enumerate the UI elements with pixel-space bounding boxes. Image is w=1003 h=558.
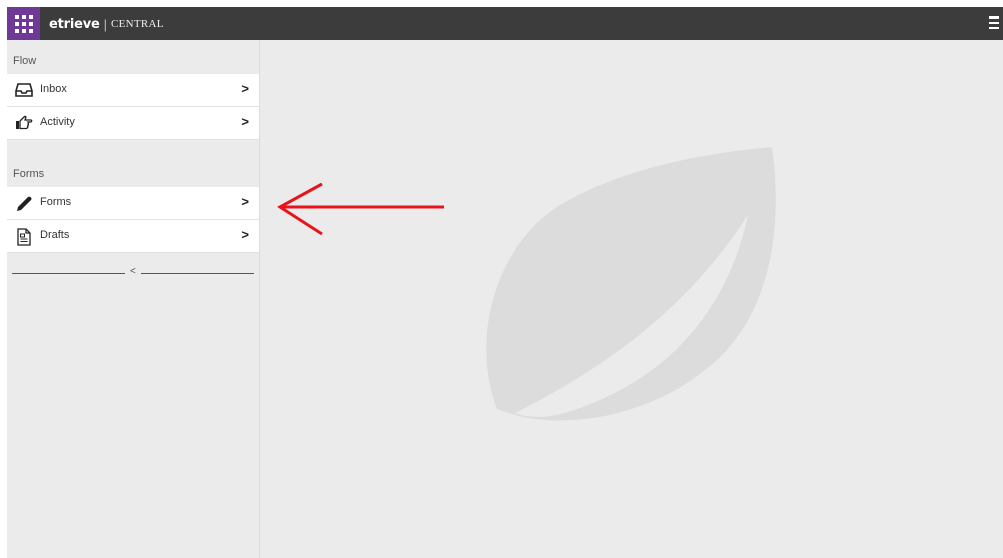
sidebar: Flow Inbox > Activity > Forms Forms > Dr… xyxy=(7,40,260,558)
sidebar-item-forms[interactable]: Forms > xyxy=(7,187,259,220)
sidebar-item-label: Drafts xyxy=(40,229,70,241)
pencil-icon xyxy=(15,195,33,211)
sidebar-collapse-toggle[interactable]: < xyxy=(12,266,254,279)
chevron-right-icon: > xyxy=(241,114,249,129)
brand-product: CENTRAL xyxy=(111,18,164,30)
chevron-right-icon: > xyxy=(241,194,249,209)
red-arrow-icon xyxy=(272,181,447,246)
top-navigation-bar: etrieve | CENTRAL xyxy=(7,7,1003,40)
sidebar-item-inbox[interactable]: Inbox > xyxy=(7,74,259,107)
sidebar-item-label: Activity xyxy=(40,116,75,128)
document-icon xyxy=(15,228,33,246)
sidebar-item-drafts[interactable]: Drafts > xyxy=(7,220,259,253)
main-content xyxy=(260,40,1003,558)
hand-pointer-icon xyxy=(15,115,33,131)
divider xyxy=(12,273,125,274)
menu-button[interactable] xyxy=(989,16,1000,30)
sidebar-item-activity[interactable]: Activity > xyxy=(7,107,259,140)
divider xyxy=(141,273,254,274)
app-window: etrieve | CENTRAL Flow Inbox > Activity … xyxy=(7,7,1003,558)
leaf-logo-icon xyxy=(486,147,776,421)
brand-separator: | xyxy=(103,16,107,32)
apps-launcher-button[interactable] xyxy=(7,7,40,40)
inbox-tray-icon xyxy=(15,82,33,98)
chevron-right-icon: > xyxy=(241,81,249,96)
section-label-forms: Forms xyxy=(13,168,45,180)
chevron-left-icon: < xyxy=(130,266,136,277)
chevron-right-icon: > xyxy=(241,227,249,242)
sidebar-item-label: Inbox xyxy=(40,83,67,95)
hamburger-icon xyxy=(989,16,999,29)
brand-word: etrieve xyxy=(49,16,100,32)
section-label-flow: Flow xyxy=(13,55,37,67)
sidebar-item-label: Forms xyxy=(40,196,72,208)
brand-logo[interactable]: etrieve | CENTRAL xyxy=(49,15,164,33)
